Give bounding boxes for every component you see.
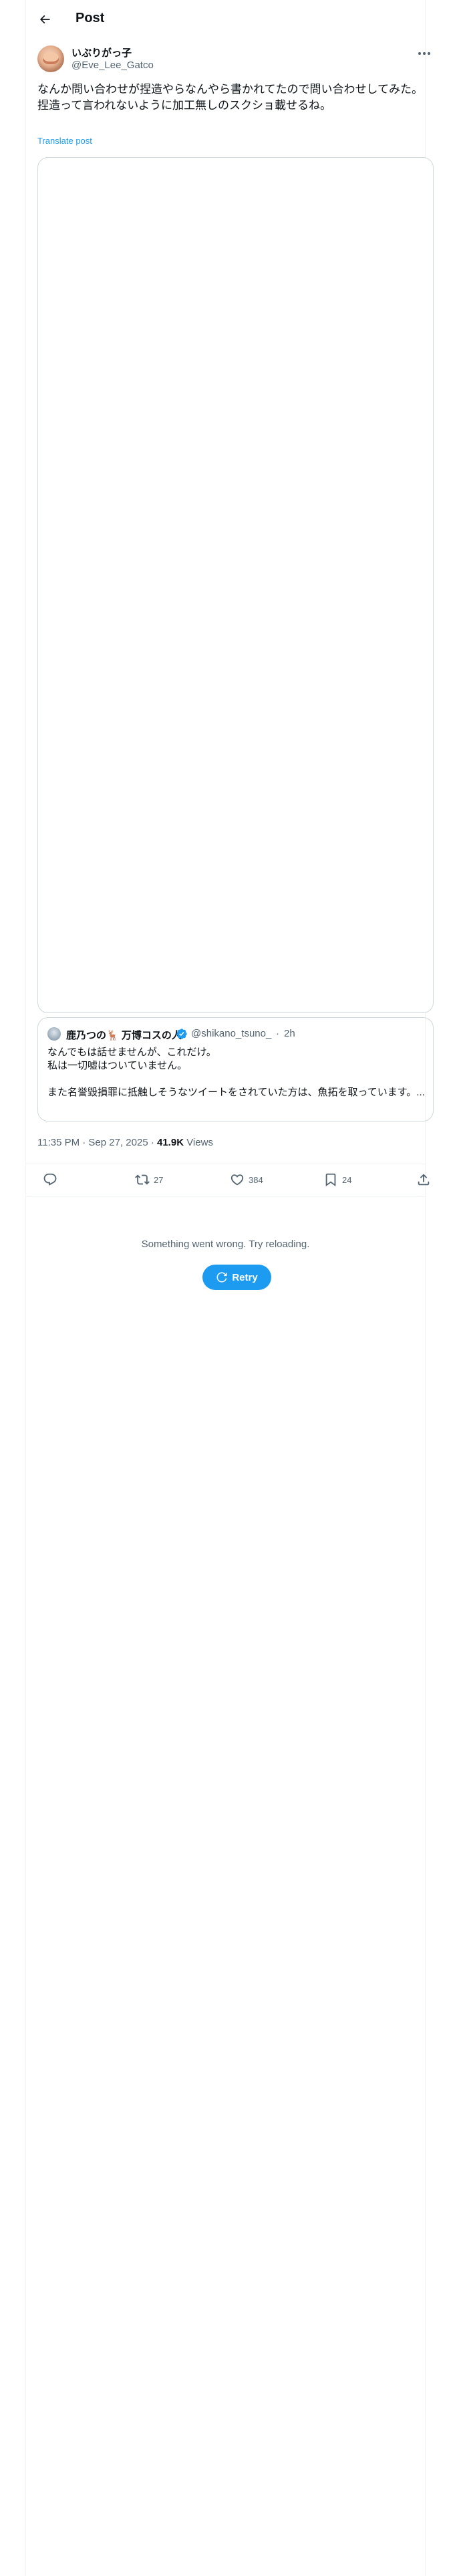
bookmark-icon — [325, 1173, 336, 1187]
column-border-left — [25, 0, 26, 2576]
refresh-icon — [216, 1272, 227, 1283]
quote-avatar — [47, 1027, 61, 1041]
retry-label: Retry — [232, 1271, 258, 1283]
page-title: Post — [76, 11, 105, 25]
quote-text: なんでもは話せませんが、これだけ。 私は一切嘘はついていません。 また名誉毀損罪… — [47, 1047, 425, 1098]
verified-badge-icon — [176, 1029, 187, 1039]
repost-button[interactable]: 27 — [135, 1172, 163, 1187]
error-message: Something went wrong. Try reloading. — [141, 1239, 310, 1250]
author-handle[interactable]: @Eve_Lee_Gatco — [71, 60, 154, 71]
tweet-media[interactable] — [37, 157, 434, 1013]
bookmark-button[interactable]: 24 — [323, 1172, 351, 1187]
tweet-timestamp[interactable]: 11:35 PM · Sep 27, 2025 · — [37, 1137, 157, 1148]
repost-count: 27 — [154, 1174, 164, 1185]
bookmark-count: 24 — [342, 1174, 352, 1185]
tweet-text: なんか問い合わせが捏造やらなんやら書かれてたので問い合わせしてみた。 捏造って言… — [37, 83, 423, 112]
like-count: 384 — [249, 1174, 263, 1185]
quote-time: 2h — [284, 1028, 295, 1039]
tweet-meta: 11:35 PM · Sep 27, 2025 · 41.9K Views — [37, 1137, 213, 1148]
back-button[interactable] — [35, 9, 55, 29]
avatar-image — [43, 52, 59, 64]
more-options-button[interactable] — [417, 49, 432, 58]
repost-icon — [135, 1174, 150, 1185]
page-header: Post — [0, 0, 451, 35]
quote-display-name: 鹿乃つの🦌 万博コスの人 — [66, 1030, 182, 1041]
heart-icon — [231, 1174, 244, 1186]
share-icon — [418, 1174, 430, 1186]
share-button[interactable] — [416, 1172, 431, 1187]
quote-separator: · — [276, 1028, 279, 1039]
tweet-actions: 27 384 24 — [37, 1164, 434, 1196]
author-avatar[interactable] — [37, 45, 64, 72]
author-display-name[interactable]: いぶりがっ子 — [71, 45, 132, 60]
like-button[interactable]: 384 — [230, 1172, 263, 1187]
retry-button[interactable]: Retry — [202, 1265, 271, 1290]
more-horizontal-icon — [418, 52, 430, 55]
quote-handle: @shikano_tsuno_ — [191, 1028, 272, 1039]
reply-button[interactable] — [43, 1172, 57, 1187]
translate-post-link[interactable]: Translate post — [37, 136, 92, 146]
reply-icon — [43, 1173, 57, 1186]
arrow-left-icon — [39, 15, 50, 24]
quoted-tweet[interactable]: 鹿乃つの🦌 万博コスの人 @shikano_tsuno_ · 2h なんでもは話… — [37, 1017, 434, 1121]
views-count: 41.9K — [157, 1137, 184, 1148]
views-label: Views — [184, 1137, 213, 1148]
divider — [25, 1196, 425, 1197]
